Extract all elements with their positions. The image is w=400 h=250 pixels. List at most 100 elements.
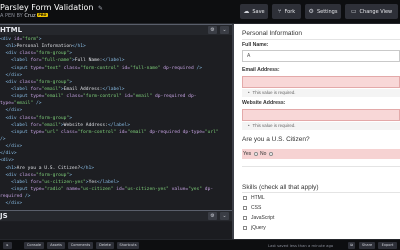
code-token: </label> [107,122,131,128]
code-editor-pane: HTML ⚙ ⌄ <div id="form"> <h1>Personal In… [0,24,232,239]
js-pane-settings-icon[interactable]: ⚙ [208,212,217,220]
code-token: for= [30,58,42,64]
code-token: "form-group" [35,51,70,57]
radio-no[interactable] [268,151,273,156]
code-line[interactable]: <div id="form"> [0,36,232,43]
bullet-icon: • [248,123,250,128]
code-line[interactable]: <input type="radio" name="us-citizen" id… [0,186,232,193]
code-line[interactable]: <input type="text" class="form-control" … [0,65,232,72]
save-label: Save [252,8,265,15]
console-button[interactable]: Console [24,242,44,249]
code-token: <input [0,65,31,71]
chevron-down-icon[interactable]: ⌄ [220,26,229,34]
collapse-icon[interactable]: ▸ [3,242,12,249]
code-token: Yes [88,179,97,185]
change-view-button[interactable]: ▭ Change View [345,4,398,19]
skill-checkbox-row[interactable]: HTML [243,194,265,202]
code-line[interactable]: <label for="us-citizen-yes">Yes</label> [0,179,232,186]
fork-label: Fork [284,8,296,15]
website-input[interactable] [242,109,400,121]
settings-button[interactable]: ⚙ Settings [305,4,341,19]
code-token: "us-citizen-yes" [124,186,172,192]
code-token: </div> [0,151,17,157]
code-token: /> [196,65,203,71]
code-token: <div> [0,158,14,164]
code-line[interactable]: <label for="email">Email Address:</label… [0,86,232,93]
code-token: Personal Information [16,44,72,50]
comments-button[interactable]: Comments [68,242,93,249]
citizen-radio-group: Yes No [242,149,400,159]
code-line[interactable]: <div class="form-group"> [0,79,232,86]
share-button[interactable]: Share [359,242,375,249]
code-line[interactable]: <div class="form-group"> [0,115,232,122]
code-token: class= [19,79,36,85]
checkbox[interactable] [243,215,247,220]
result-preview: Personal Information Full Name: A Email … [234,24,400,239]
pen-title[interactable]: Parsley Form Validation ✎ [0,3,103,12]
code-line[interactable]: <div class="form-group"> [0,50,232,57]
bullet-icon: • [248,90,250,95]
html-code-area[interactable]: <div id="form"> <h1>Personal Information… [0,36,232,226]
pen-title-text: Parsley Form Validation [0,3,94,12]
shortcuts-button[interactable]: Shortcuts [117,242,139,249]
code-token: </label> [102,58,125,64]
assets-button[interactable]: Assets [47,242,65,249]
radio-yes[interactable] [253,151,258,156]
code-token: "form-control" [77,129,119,135]
code-token: Full Name: [74,58,103,64]
skill-label: JavaScript [251,215,275,221]
code-token: Website Address: [63,122,108,128]
skill-checkbox-row[interactable]: JavaScript [243,214,274,222]
external-link-icon[interactable]: ⧉ [348,242,355,249]
code-token: "form-group" [35,172,70,178]
skill-checkbox-row[interactable]: CSS [243,204,261,212]
js-code-area[interactable] [0,222,232,239]
code-line[interactable]: <label for="email">Website Address:</lab… [0,122,232,129]
delete-button[interactable]: Delete [96,242,114,249]
fork-button[interactable]: ⑂ Fork [272,4,301,19]
code-line[interactable]: <div> [0,157,232,164]
code-line[interactable]: </div> [0,150,232,157]
code-line[interactable]: <input type="email" class="form-control"… [0,93,232,100]
code-token: <input [0,186,31,192]
skill-checkbox-row[interactable]: jQuery [243,224,266,232]
js-pane-header[interactable]: JS ⚙ ⌄ [0,210,232,221]
save-button[interactable]: ☁ Save [240,4,268,19]
code-token: /> [24,194,31,200]
code-line[interactable]: <h1>Personal Information</h1> [0,43,232,50]
code-token: class= [19,172,36,178]
code-line[interactable]: </div> [0,143,232,150]
html-pane-header[interactable]: HTML ⚙ ⌄ [0,24,232,35]
code-line[interactable]: </div> [0,72,232,79]
code-token: "full-name" [41,58,72,64]
checkbox[interactable] [243,205,247,210]
code-line[interactable]: /> [0,136,232,143]
js-chevron-down-icon[interactable]: ⌄ [220,212,229,220]
code-line[interactable]: <label for="full-name">Full Name:</label… [0,57,232,64]
full-name-input[interactable]: A [242,50,400,62]
full-name-label: Full Name: [242,42,269,48]
code-token: "email" [127,129,150,135]
code-token: "form-control" [83,94,125,100]
pencil-icon[interactable]: ✎ [98,5,103,12]
code-token: <h1> [0,165,17,171]
code-line[interactable]: <div class="form-group"> [0,172,232,179]
email-input[interactable] [242,76,400,88]
code-token: type= [30,65,45,71]
code-token: /> [35,101,42,107]
code-line[interactable]: type="email" /> [0,100,232,107]
code-token: "email" [13,101,36,107]
code-line[interactable]: </div> [0,200,232,207]
code-line[interactable]: <h1>Are you a U.S. Citizen?</h1> [0,165,232,172]
export-button[interactable]: Export [378,242,397,249]
author-link[interactable]: Cruz [24,13,35,19]
code-line[interactable]: </div> [0,107,232,114]
code-token: type= [30,129,45,135]
checkbox[interactable] [243,225,247,230]
code-token: "email" [132,94,155,100]
code-line[interactable]: required /> [0,193,232,200]
pane-settings-icon[interactable]: ⚙ [208,26,217,34]
citizen-legend: Are you a U.S. Citizen? [242,136,310,143]
checkbox[interactable] [243,195,247,200]
code-line[interactable]: <input type="url" class="form-control" i… [0,129,232,136]
